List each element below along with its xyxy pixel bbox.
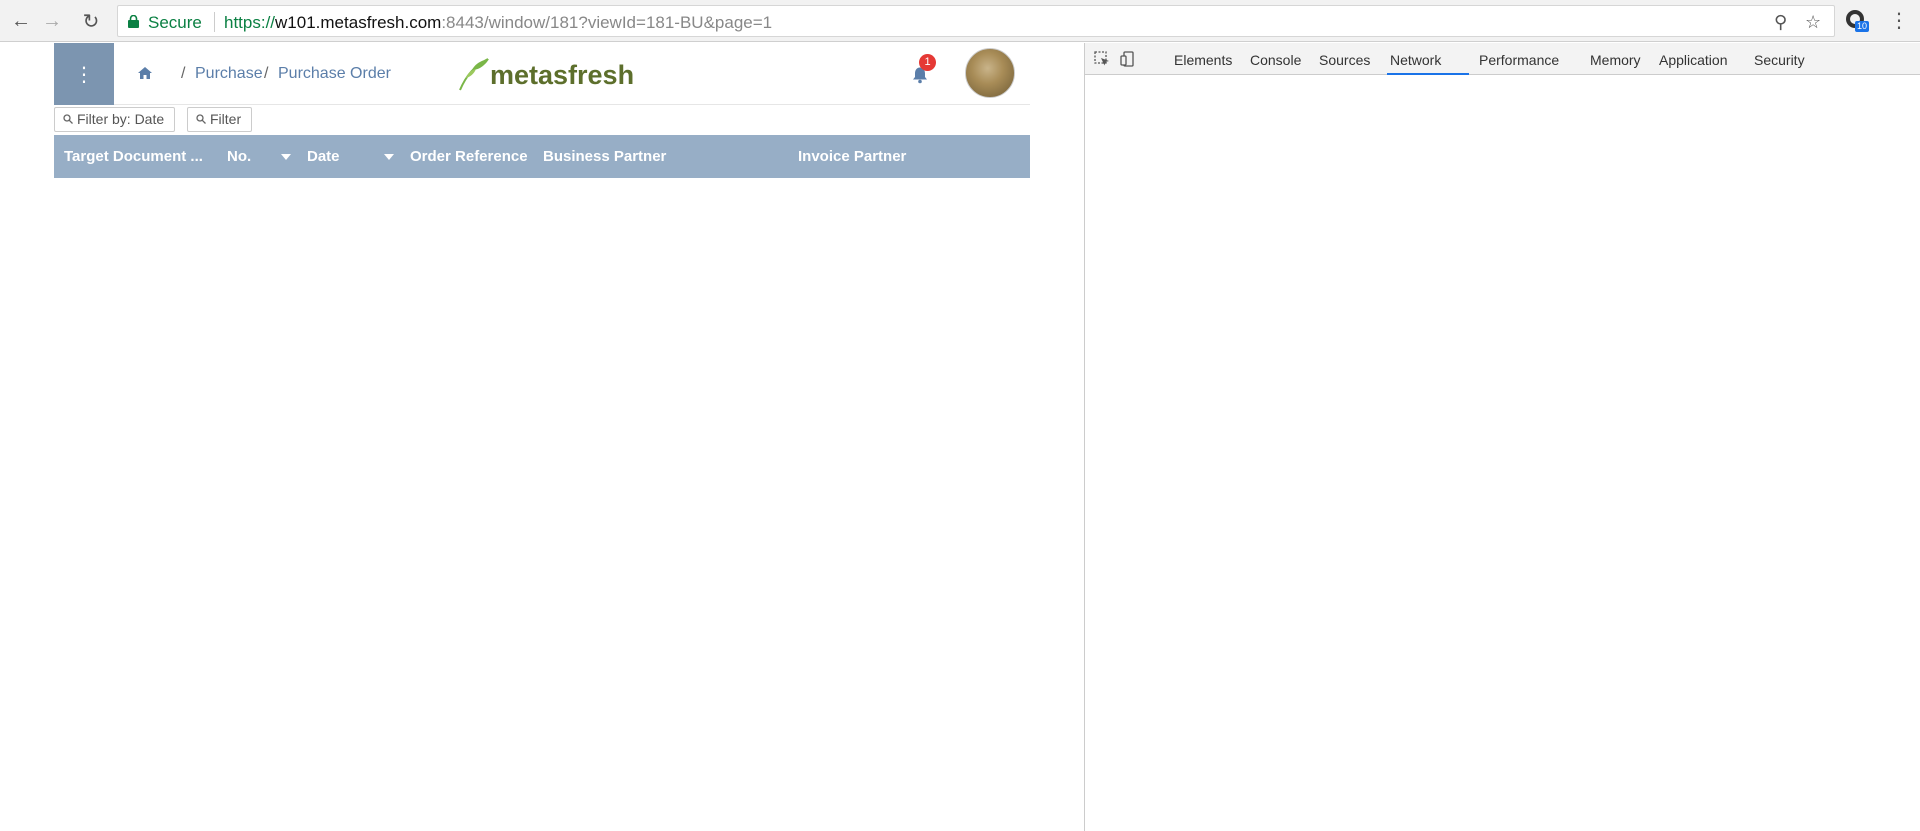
back-icon[interactable]: ← xyxy=(9,9,33,33)
column-header-no-label: No. xyxy=(227,148,252,165)
breadcrumb-purchase[interactable]: Purchase xyxy=(195,65,263,83)
filter-label: Filter xyxy=(210,111,242,127)
tab-elements[interactable]: Elements xyxy=(1174,52,1232,68)
url-path: :8443/window/181?viewId=181-BU&page=1 xyxy=(441,13,773,32)
column-header-date[interactable]: Date xyxy=(297,135,400,178)
devtools-panel: Elements Console Sources Network Perform… xyxy=(1084,43,1920,831)
tab-network[interactable]: Network xyxy=(1390,52,1441,68)
secure-label: Secure xyxy=(148,13,202,32)
sort-down-icon xyxy=(281,154,291,160)
filter-by-date-button[interactable]: Filter by: Date xyxy=(54,107,176,132)
address-bar[interactable]: Secure https://w101.metasfresh.com:8443/… xyxy=(117,5,1835,37)
devtools-tabbar: Elements Console Sources Network Perform… xyxy=(1085,43,1920,75)
notification-badge: 1 xyxy=(919,54,936,71)
forward-icon[interactable]: → xyxy=(40,9,64,33)
column-header-no[interactable]: No. xyxy=(217,135,297,178)
breadcrumb-separator: / xyxy=(264,65,269,82)
table-header: Target Document ... No. Date Order Refer… xyxy=(54,135,1030,178)
device-toolbar-icon[interactable] xyxy=(1120,51,1136,67)
search-icon xyxy=(63,114,73,124)
inspect-element-icon[interactable] xyxy=(1094,51,1110,67)
metasfresh-logo-icon xyxy=(459,58,489,91)
column-header-target-document[interactable]: Target Document ... xyxy=(54,135,217,178)
tab-performance[interactable]: Performance xyxy=(1479,52,1559,68)
home-icon[interactable] xyxy=(137,65,153,81)
address-separator xyxy=(214,12,215,32)
filter-button[interactable]: Filter xyxy=(187,107,253,132)
column-header-business-partner[interactable]: Business Partner xyxy=(533,135,788,178)
bookmark-star-icon[interactable]: ☆ xyxy=(1805,12,1821,33)
breadcrumb-purchase-order[interactable]: Purchase Order xyxy=(278,65,391,83)
filter-by-date-label: Filter by: Date xyxy=(77,111,165,127)
extension-icon[interactable]: 10 xyxy=(1842,7,1870,35)
menu-icon[interactable]: ⋮ xyxy=(54,43,114,105)
tab-security[interactable]: Security xyxy=(1754,52,1805,68)
column-header-order-reference[interactable]: Order Reference xyxy=(400,135,533,178)
reload-icon[interactable]: ↻ xyxy=(79,9,103,33)
lock-icon xyxy=(128,15,139,28)
column-header-date-label: Date xyxy=(307,148,340,165)
url-host: w101.metasfresh.com xyxy=(275,13,442,32)
column-header-invoice-partner[interactable]: Invoice Partner xyxy=(788,135,1030,178)
search-icon xyxy=(196,114,206,124)
sort-down-icon xyxy=(384,154,394,160)
tab-sources[interactable]: Sources xyxy=(1319,52,1370,68)
url-text: https://w101.metasfresh.com:8443/window/… xyxy=(224,13,772,33)
avatar[interactable] xyxy=(965,48,1015,98)
logo-text: metasfresh xyxy=(490,60,635,90)
tab-application[interactable]: Application xyxy=(1659,52,1728,68)
breadcrumb-separator: / xyxy=(181,65,186,82)
active-tab-indicator xyxy=(1387,73,1469,75)
zoom-icon[interactable]: ⚲ xyxy=(1774,12,1787,33)
purchase-order-table: Target Document ... No. Date Order Refer… xyxy=(54,135,1030,178)
browser-toolbar: ← → ↻ Secure https://w101.metasfresh.com… xyxy=(0,0,1920,42)
tab-console[interactable]: Console xyxy=(1250,52,1301,68)
tab-memory[interactable]: Memory xyxy=(1590,52,1641,68)
url-scheme: https:// xyxy=(224,13,276,32)
browser-menu-icon[interactable]: ⋮ xyxy=(1889,8,1909,33)
extension-badge: 10 xyxy=(1857,21,1868,31)
metasfresh-app: ⋮ / Purchase / Purchase Order metasfresh… xyxy=(0,43,1084,831)
app-header: ⋮ / Purchase / Purchase Order metasfresh… xyxy=(54,43,1030,105)
